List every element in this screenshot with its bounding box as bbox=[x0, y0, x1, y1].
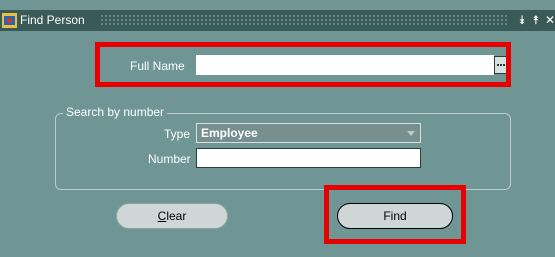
type-select[interactable]: Employee bbox=[196, 123, 421, 143]
maximize-icon[interactable]: ⯭ bbox=[530, 12, 542, 28]
type-selected-value: Employee bbox=[201, 126, 258, 140]
type-label: Type bbox=[164, 127, 191, 141]
minimize-icon[interactable]: ⯯ bbox=[516, 12, 528, 28]
window-title: Find Person bbox=[20, 13, 85, 27]
number-label: Number bbox=[148, 152, 191, 166]
close-icon[interactable]: ✕ bbox=[544, 12, 555, 28]
highlight-full-name bbox=[95, 42, 511, 87]
title-bar[interactable]: Find Person ⯯ ⯭ ✕ bbox=[0, 10, 555, 31]
clear-button[interactable]: Clear bbox=[116, 203, 228, 229]
find-person-window: Find Person ⯯ ⯭ ✕ Full Name Search by nu… bbox=[0, 0, 555, 257]
number-input[interactable] bbox=[196, 148, 421, 168]
chevron-down-icon[interactable] bbox=[407, 131, 415, 136]
group-legend: Search by number bbox=[63, 104, 168, 120]
app-icon bbox=[2, 13, 17, 28]
highlight-find bbox=[324, 185, 466, 244]
clear-label-rest: lear bbox=[166, 209, 187, 223]
title-pattern bbox=[100, 14, 508, 25]
